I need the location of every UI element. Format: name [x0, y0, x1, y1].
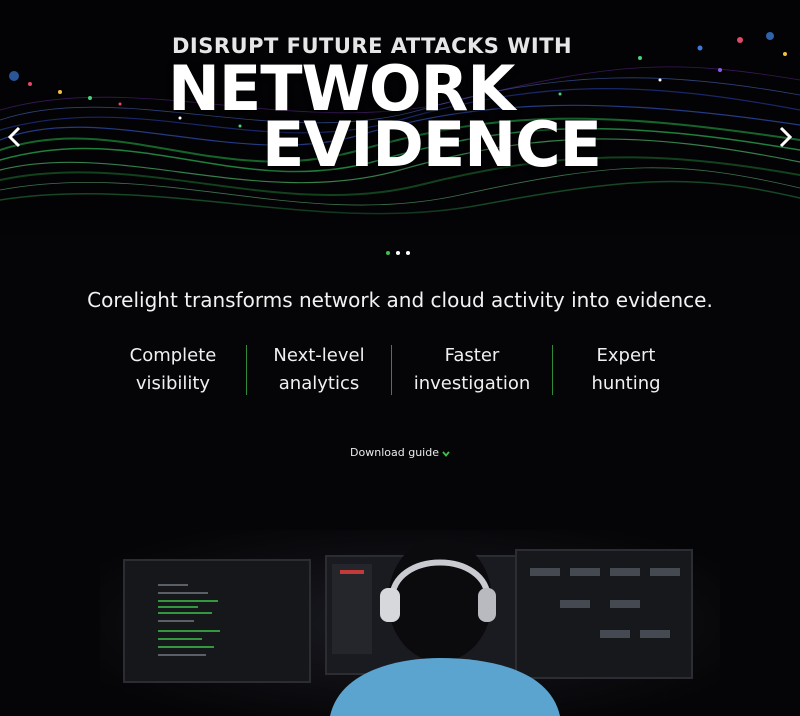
feature-item: Complete visibility — [100, 342, 246, 398]
feature-line2: investigation — [413, 373, 531, 394]
carousel-dot-2[interactable] — [396, 251, 400, 255]
carousel-dot-1[interactable] — [386, 251, 390, 255]
chevron-left-icon — [7, 126, 21, 148]
feature-line2: analytics — [278, 373, 360, 394]
carousel-dot-3[interactable] — [406, 251, 410, 255]
feature-item: Expert hunting — [553, 342, 699, 398]
download-guide-link[interactable]: Download guide — [0, 446, 800, 460]
feature-list: Complete visibility Next-level analytics… — [100, 342, 700, 398]
feature-line2: visibility — [135, 373, 211, 394]
chevron-right-icon — [779, 126, 793, 148]
hero-title-line2: EVIDENCE — [262, 108, 602, 181]
feature-line1: Complete — [129, 345, 217, 366]
analyst-workstation-image — [0, 480, 800, 716]
carousel-indicators — [386, 251, 410, 255]
feature-line1: Faster — [444, 345, 500, 366]
hero-banner: DISRUPT FUTURE ATTACKS WITH NETWORK EVID… — [0, 0, 800, 240]
tagline: Corelight transforms network and cloud a… — [87, 288, 713, 312]
feature-line1: Next-level — [273, 345, 365, 366]
feature-line2: hunting — [591, 373, 661, 394]
carousel-next-button[interactable] — [774, 124, 796, 150]
chevron-down-icon — [442, 447, 450, 460]
feature-item: Faster investigation — [392, 342, 552, 398]
download-guide-label: Download guide — [350, 446, 439, 459]
feature-item: Next-level analytics — [247, 342, 391, 398]
carousel-prev-button[interactable] — [4, 124, 26, 150]
feature-line1: Expert — [596, 345, 656, 366]
